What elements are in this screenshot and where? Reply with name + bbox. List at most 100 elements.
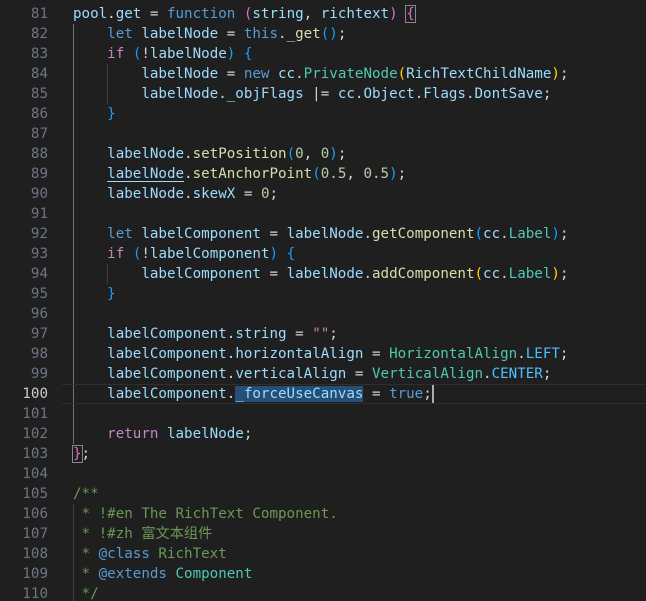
line-number[interactable]: 84 [0, 64, 48, 84]
code-text[interactable]: if (!labelNode) { [73, 44, 252, 64]
line-number[interactable]: 88 [0, 144, 48, 164]
code-line[interactable]: 83 if (!labelNode) { [0, 44, 646, 64]
line-number[interactable]: 109 [0, 564, 48, 584]
line-number[interactable]: 103 [0, 444, 48, 464]
code-line[interactable]: 89 labelNode.setAnchorPoint(0.5, 0.5); [0, 164, 646, 184]
line-number[interactable]: 98 [0, 344, 48, 364]
code-line[interactable]: 101 [0, 404, 646, 424]
code-token: = [235, 186, 261, 202]
code-text[interactable]: labelComponent.string = ""; [73, 324, 338, 344]
code-line[interactable]: 102 return labelNode; [0, 424, 646, 444]
code-token: labelNode [107, 186, 185, 202]
code-text[interactable]: labelNode.skewX = 0; [73, 184, 278, 204]
code-token: cc [483, 226, 501, 242]
code-editor[interactable]: 81 pool.get = function (string, richtext)… [0, 0, 646, 601]
line-number[interactable]: 102 [0, 424, 48, 444]
code-token: * !#zh 富文本组件 [73, 526, 213, 542]
code-token: Label [508, 266, 552, 282]
code-text[interactable]: * !#zh 富文本组件 [73, 524, 213, 544]
code-line[interactable]: 92 let labelComponent = labelNode.getCom… [0, 224, 646, 244]
line-number[interactable]: 97 [0, 324, 48, 344]
code-text[interactable]: return labelNode; [73, 424, 252, 444]
code-token: ; [329, 326, 338, 342]
line-number[interactable]: 82 [0, 24, 48, 44]
code-text[interactable]: let labelComponent = labelNode.getCompon… [73, 224, 568, 244]
code-token: ; [269, 186, 279, 202]
code-line[interactable]: 91 [0, 204, 646, 224]
code-line[interactable]: 109 * @extends Component [0, 564, 646, 584]
code-line[interactable]: 86 } [0, 104, 646, 124]
line-number[interactable]: 87 [0, 124, 48, 144]
code-line[interactable]: 87 [0, 124, 646, 144]
line-number[interactable]: 85 [0, 84, 48, 104]
code-token: ( [474, 226, 484, 242]
code-line[interactable]: 107 * !#zh 富文本组件 [0, 524, 646, 544]
code-line[interactable]: 81 pool.get = function (string, richtext)… [0, 4, 646, 24]
code-text[interactable]: labelNode = new cc.PrivateNode(RichTextC… [73, 64, 568, 84]
code-line[interactable]: 84 labelNode = new cc.PrivateNode(RichTe… [0, 64, 646, 84]
line-number[interactable]: 108 [0, 544, 48, 564]
code-line[interactable]: 93 if (!labelComponent) { [0, 244, 646, 264]
code-line[interactable]: 105 /** [0, 484, 646, 504]
code-token: = [363, 346, 390, 362]
code-line[interactable]: 108 * @class RichText [0, 544, 646, 564]
code-text[interactable]: if (!labelComponent) { [73, 244, 295, 264]
code-line[interactable]: 98 labelComponent. horizontalAlign = Hori… [0, 344, 646, 364]
code-text[interactable]: labelComponent._forceUseCanvas = true; [73, 384, 432, 404]
code-text[interactable]: } [73, 284, 116, 304]
line-number[interactable]: 89 [0, 164, 48, 184]
code-line[interactable]: 88 labelNode.setPosition(0, 0); [0, 144, 646, 164]
line-number[interactable]: 94 [0, 264, 48, 284]
line-number[interactable]: 105 [0, 484, 48, 504]
code-text[interactable]: labelComponent = labelNode.addComponent(… [73, 264, 568, 284]
line-number[interactable]: 106 [0, 504, 48, 524]
code-text[interactable]: let labelNode = this._get(); [73, 24, 346, 44]
line-number[interactable]: 90 [0, 184, 48, 204]
code-token: labelNode [149, 46, 227, 62]
line-number[interactable]: 100 [0, 384, 48, 404]
code-text[interactable]: labelComponent. horizontalAlign = Horizon… [73, 344, 568, 364]
code-line[interactable]: 85 labelNode._objFlags |= cc.Object.Flag… [0, 84, 646, 104]
line-number[interactable]: 99 [0, 364, 48, 384]
code-text[interactable]: * !#en The RichText Component. [73, 504, 338, 524]
code-line[interactable]: 90 labelNode.skewX = 0; [0, 184, 646, 204]
line-number[interactable]: 81 [0, 4, 48, 24]
code-text[interactable]: * @extends Component [73, 564, 253, 584]
code-line[interactable]: 110 */ [0, 584, 646, 601]
code-line[interactable]: 95 } [0, 284, 646, 304]
code-token: ) [329, 146, 338, 162]
code-token: 0.5 [363, 166, 390, 182]
code-text[interactable]: * @class RichText [73, 544, 227, 564]
line-number[interactable]: 92 [0, 224, 48, 244]
line-number[interactable]: 101 [0, 404, 48, 424]
code-text[interactable]: }; [72, 444, 90, 464]
code-text[interactable]: labelNode._objFlags |= cc.Object.Flags.D… [73, 84, 551, 104]
line-number[interactable]: 83 [0, 44, 48, 64]
code-text[interactable]: } [73, 104, 116, 124]
code-line[interactable]: 97 labelComponent.string = ""; [0, 324, 646, 344]
code-line[interactable]: 99 labelComponent. verticalAlign = Vertic… [0, 364, 646, 384]
code-token: /** [73, 486, 99, 502]
line-number[interactable]: 93 [0, 244, 48, 264]
code-text[interactable]: labelComponent. verticalAlign = VerticalA… [73, 364, 551, 384]
code-line[interactable]: 82 let labelNode = this._get(); [0, 24, 646, 44]
line-number[interactable]: 96 [0, 304, 48, 324]
code-text[interactable]: /** [73, 484, 99, 504]
line-number[interactable]: 107 [0, 524, 48, 544]
line-number[interactable]: 110 [0, 584, 48, 601]
line-number[interactable]: 91 [0, 204, 48, 224]
code-text[interactable]: pool.get = function (string, richtext) { [73, 4, 416, 24]
code-line[interactable]: 106 * !#en The RichText Component. [0, 504, 646, 524]
code-text[interactable]: labelNode.setAnchorPoint(0.5, 0.5); [73, 164, 406, 184]
line-number[interactable]: 86 [0, 104, 48, 124]
code-line[interactable]: 100 labelComponent._forceUseCanvas = tru… [0, 384, 646, 404]
code-text[interactable]: labelNode.setPosition(0, 0); [73, 144, 346, 164]
code-line[interactable]: 103}; [0, 444, 646, 464]
line-number[interactable]: 104 [0, 464, 48, 484]
code-line[interactable]: 94 labelComponent = labelNode.addCompone… [0, 264, 646, 284]
code-line[interactable]: 104 [0, 464, 646, 484]
code-text[interactable]: */ [73, 584, 99, 601]
line-number[interactable]: 95 [0, 284, 48, 304]
code-line[interactable]: 96 [0, 304, 646, 324]
